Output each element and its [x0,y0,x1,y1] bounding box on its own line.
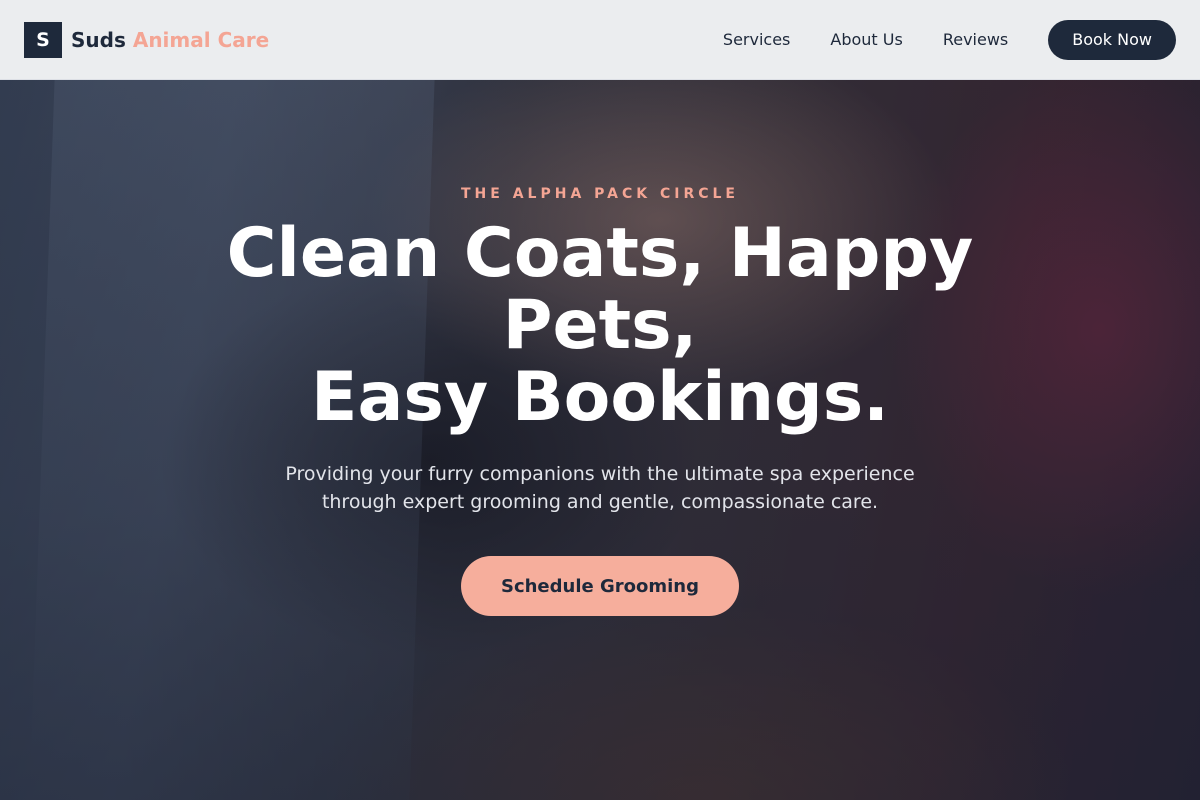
hero-headline-line-3: Easy Bookings. [311,358,889,437]
logo-mark-icon: S [24,21,62,58]
hero-headline-line-1: Clean Coats, Happy [226,214,974,293]
site-header: S Suds Animal Care Services About Us Rev… [0,0,1200,80]
brand-name: Suds Animal Care [71,28,269,52]
hero-eyebrow: THE ALPHA PACK CIRCLE [461,186,739,202]
nav-link-about-us[interactable]: About Us [830,30,902,49]
page: S Suds Animal Care Services About Us Rev… [0,0,1200,800]
hero-headline: Clean Coats, Happy Pets, Easy Bookings. [150,218,1050,434]
hero-headline-line-2: Pets, [502,286,698,365]
nav-link-services[interactable]: Services [723,30,790,49]
schedule-grooming-button[interactable]: Schedule Grooming [461,556,739,616]
main-nav: Services About Us Reviews Book Now [723,19,1176,60]
hero-subtext-line-2: through expert grooming and gentle, comp… [321,491,879,513]
hero-subtext: Providing your furry companions with the… [250,460,950,516]
brand-logo[interactable]: S Suds Animal Care [24,21,269,58]
brand-name-primary: Suds [71,27,126,52]
nav-link-reviews[interactable]: Reviews [943,30,1008,49]
book-now-button[interactable]: Book Now [1048,19,1176,60]
brand-name-accent: Animal Care [132,27,270,52]
hero-subtext-line-1: Providing your furry companions with the… [285,463,915,485]
hero-content: THE ALPHA PACK CIRCLE Clean Coats, Happy… [0,80,1200,800]
